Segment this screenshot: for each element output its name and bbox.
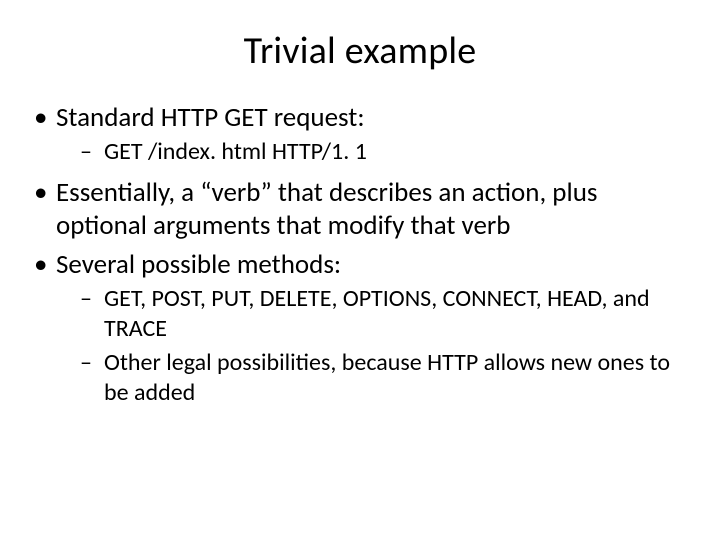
sub-bullet-item: Other legal possibilities, because HTTP … — [56, 348, 690, 408]
bullet-item: Several possible methods: GET, POST, PUT… — [30, 249, 690, 408]
bullet-item: Standard HTTP GET request: GET /index. h… — [30, 102, 690, 167]
bullet-item: Essentially, a “verb” that describes an … — [30, 177, 690, 243]
sub-bullet-text: GET, POST, PUT, DELETE, OPTIONS, CONNECT… — [104, 284, 650, 343]
slide: Trivial example Standard HTTP GET reques… — [0, 0, 720, 540]
sub-bullet-item: GET /index. html HTTP/1. 1 — [56, 137, 690, 167]
slide-title: Trivial example — [30, 28, 690, 74]
sub-bullet-list: GET /index. html HTTP/1. 1 — [56, 137, 690, 167]
sub-bullet-text: GET /index. html HTTP/1. 1 — [104, 137, 367, 166]
bullet-list: Standard HTTP GET request: GET /index. h… — [30, 102, 690, 408]
sub-bullet-item: GET, POST, PUT, DELETE, OPTIONS, CONNECT… — [56, 284, 690, 344]
sub-bullet-list: GET, POST, PUT, DELETE, OPTIONS, CONNECT… — [56, 284, 690, 408]
bullet-text: Several possible methods: — [56, 248, 341, 281]
bullet-text: Standard HTTP GET request: — [56, 101, 365, 134]
sub-bullet-text: Other legal possibilities, because HTTP … — [104, 348, 670, 407]
bullet-text: Essentially, a “verb” that describes an … — [56, 176, 597, 242]
